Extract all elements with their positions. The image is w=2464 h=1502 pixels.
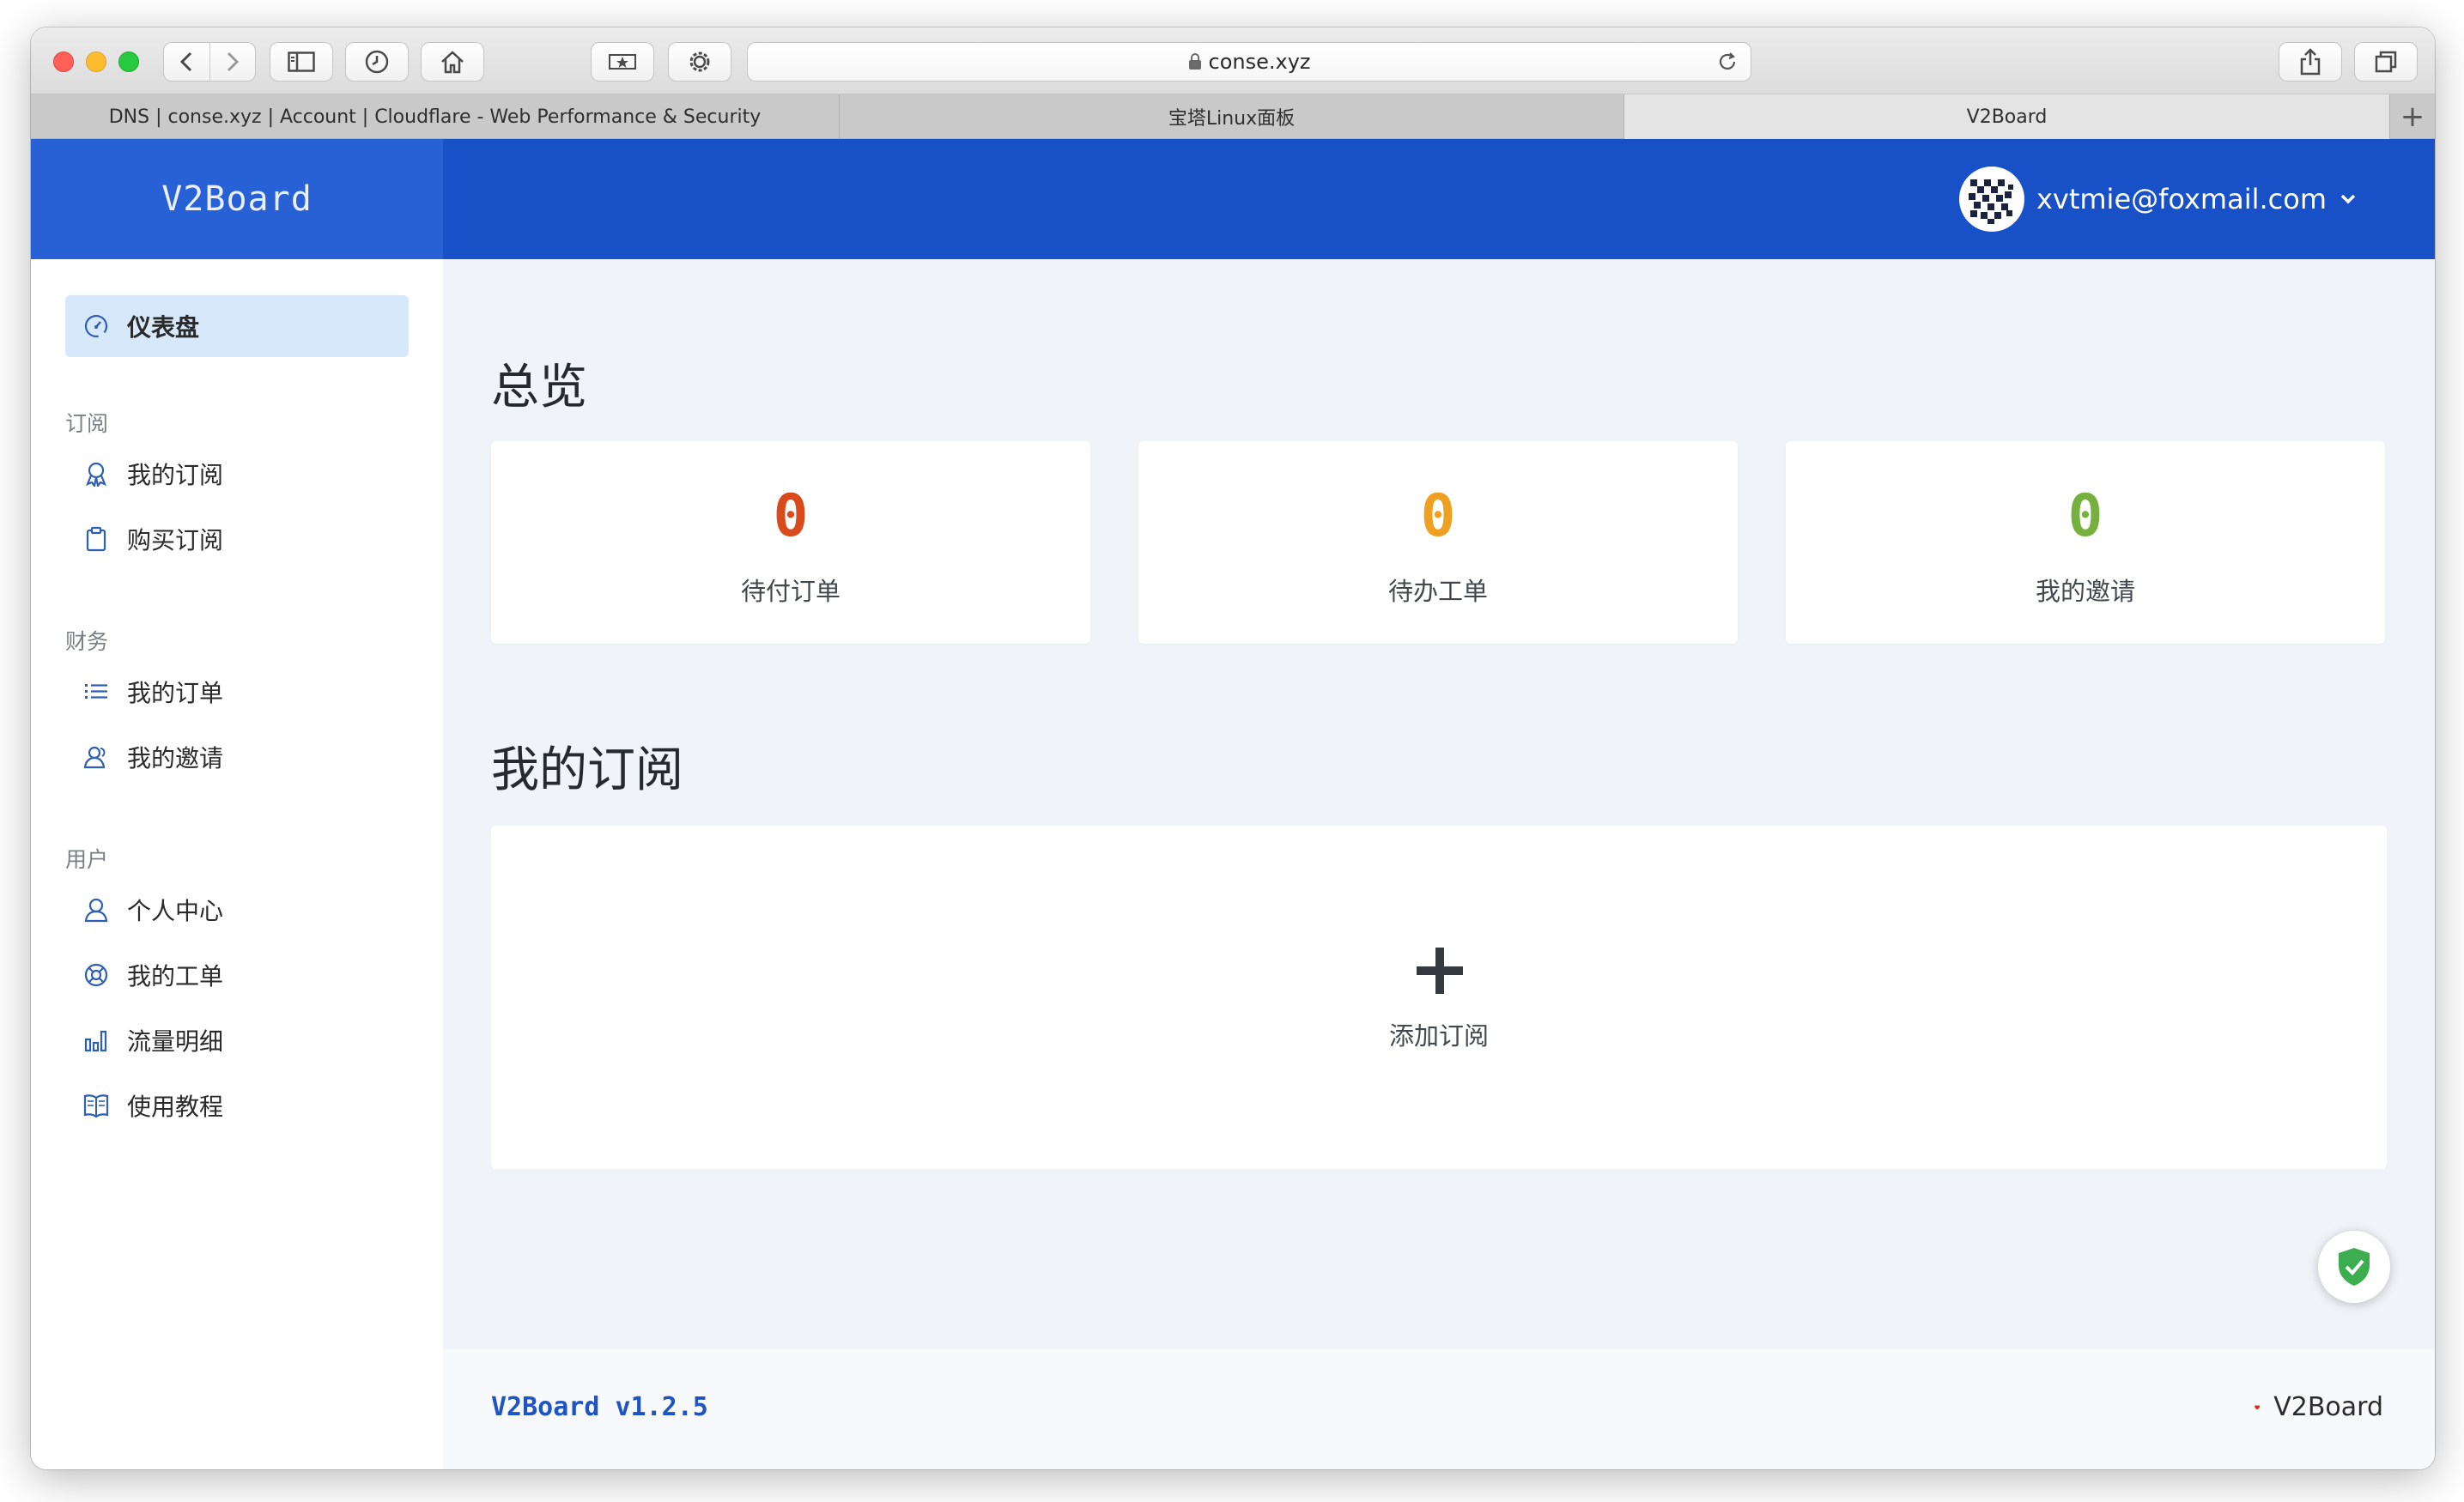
sidebar-toggle-button[interactable] xyxy=(270,42,333,82)
sidebar-item-label: 我的订阅 xyxy=(127,461,224,489)
stat-value: 0 xyxy=(1420,482,1456,550)
bar-chart-icon xyxy=(82,1027,110,1054)
sidebar-item-my-tickets[interactable]: 我的工单 xyxy=(65,944,409,1006)
subscription-title: 我的订阅 xyxy=(491,742,683,798)
tab-cloudflare[interactable]: DNS | conse.xyz | Account | Cloudflare -… xyxy=(31,94,840,139)
list-icon xyxy=(82,678,110,706)
section-heading-subscription: 订阅 xyxy=(65,411,109,436)
home-icon xyxy=(441,51,464,74)
chevron-left-icon xyxy=(180,51,192,72)
stat-card-pending-orders[interactable]: 0 待付订单 xyxy=(491,441,1090,644)
settings-extension-button[interactable] xyxy=(668,42,731,82)
tab-baota[interactable]: 宝塔Linux面板 xyxy=(840,94,1624,139)
sidebar-item-label: 购买订阅 xyxy=(127,526,224,554)
heart-icon xyxy=(2255,1404,2261,1409)
stat-card-pending-tickets[interactable]: 0 待办工单 xyxy=(1138,441,1738,644)
app: V2Board xvtmie@foxmail.com 仪表盘 订阅 我的订阅 购… xyxy=(31,139,2435,1469)
main-content: 总览 0 待付订单 0 待办工单 0 我的邀请 我的订阅 添加订阅 xyxy=(443,259,2435,1349)
footer-credit: V2Board xyxy=(2255,1392,2383,1422)
sidebar-icon xyxy=(288,51,315,72)
sidebar-item-label: 个人中心 xyxy=(127,897,224,925)
users-icon xyxy=(82,743,110,771)
plus-icon: + xyxy=(2400,100,2425,134)
chevron-down-icon xyxy=(2340,194,2356,204)
sidebar-item-my-orders[interactable]: 我的订单 xyxy=(65,661,409,723)
clock-icon xyxy=(365,50,389,74)
clipboard-icon xyxy=(82,525,110,553)
tab-overview-button[interactable] xyxy=(2354,42,2418,82)
avatar xyxy=(1958,167,2024,232)
add-subscription-label: 添加订阅 xyxy=(1388,1021,1489,1051)
zoom-window-button[interactable] xyxy=(118,51,139,72)
app-header: V2Board xvtmie@foxmail.com xyxy=(31,139,2435,259)
browser-window: conse.xyz DNS | conse.xyz | Account | Cl… xyxy=(31,27,2435,1469)
history-nav xyxy=(163,42,256,82)
sidebar-item-tutorial[interactable]: 使用教程 xyxy=(65,1075,409,1136)
add-subscription-card[interactable]: 添加订阅 xyxy=(491,826,2387,1169)
sidebar-item-label: 使用教程 xyxy=(127,1093,224,1121)
chevron-right-icon xyxy=(227,51,239,72)
tab-label: DNS | conse.xyz | Account | Cloudflare -… xyxy=(108,106,762,128)
bookmark-extension-button[interactable] xyxy=(591,42,654,82)
user-email: xvtmie@foxmail.com xyxy=(2036,183,2327,215)
stat-label: 我的邀请 xyxy=(2035,577,2135,606)
footer-brand: V2Board xyxy=(2273,1392,2383,1422)
stat-value: 0 xyxy=(773,482,809,550)
section-heading-finance: 财务 xyxy=(65,629,109,654)
share-icon xyxy=(2300,48,2321,76)
browser-toolbar: conse.xyz xyxy=(31,27,2435,94)
star-box-icon xyxy=(609,54,636,70)
tab-v2board[interactable]: V2Board xyxy=(1624,94,2390,139)
brand-logo[interactable]: V2Board xyxy=(31,139,443,259)
forward-button[interactable] xyxy=(209,43,256,81)
minimize-window-button[interactable] xyxy=(86,51,106,72)
footer-version: V2Board v1.2.5 xyxy=(491,1392,708,1422)
url-text: conse.xyz xyxy=(1208,50,1311,74)
sidebar-item-label: 我的工单 xyxy=(127,962,224,990)
back-button[interactable] xyxy=(164,43,209,81)
sidebar-item-label: 我的订单 xyxy=(127,679,224,707)
shield-check-icon xyxy=(2339,1248,2370,1286)
tab-label: V2Board xyxy=(1966,106,2048,128)
tabs-icon xyxy=(2375,51,2397,73)
user-icon xyxy=(82,896,110,924)
history-button[interactable] xyxy=(345,42,409,82)
user-menu[interactable]: xvtmie@foxmail.com xyxy=(1958,167,2358,232)
new-tab-button[interactable]: + xyxy=(2390,94,2435,139)
sidebar-item-label: 流量明细 xyxy=(127,1027,224,1056)
tab-bar: DNS | conse.xyz | Account | Cloudflare -… xyxy=(31,94,2435,139)
sidebar-item-profile[interactable]: 个人中心 xyxy=(65,879,409,941)
sidebar-item-dashboard[interactable]: 仪表盘 xyxy=(65,295,409,357)
sidebar-item-label: 我的邀请 xyxy=(127,744,224,772)
sidebar: 仪表盘 订阅 我的订阅 购买订阅 财务 我的订单 我的邀请 用户 个人中心 我的… xyxy=(31,259,443,1469)
security-shield-button[interactable] xyxy=(2318,1231,2390,1303)
share-button[interactable] xyxy=(2279,42,2342,82)
gear-icon xyxy=(689,51,710,72)
reload-icon[interactable] xyxy=(1716,51,1739,73)
life-ring-icon xyxy=(82,961,110,989)
footer: V2Board v1.2.5 V2Board xyxy=(443,1349,2435,1469)
stat-label: 待付订单 xyxy=(740,577,841,606)
sidebar-item-traffic-details[interactable]: 流量明细 xyxy=(65,1009,409,1071)
dashboard-gauge-icon xyxy=(82,312,110,340)
address-bar[interactable]: conse.xyz xyxy=(747,42,1751,82)
sidebar-item-label: 仪表盘 xyxy=(127,313,200,342)
stat-card-my-invites[interactable]: 0 我的邀请 xyxy=(1786,441,2385,644)
home-button[interactable] xyxy=(421,42,484,82)
stat-value: 0 xyxy=(2067,482,2103,550)
lock-icon xyxy=(1188,53,1201,70)
plus-icon xyxy=(1417,948,1463,994)
sidebar-item-my-invites[interactable]: 我的邀请 xyxy=(65,726,409,788)
section-heading-user: 用户 xyxy=(65,847,109,872)
brand-name: V2Board xyxy=(161,179,313,219)
sidebar-item-my-subscription[interactable]: 我的订阅 xyxy=(65,443,409,505)
overview-title: 总览 xyxy=(491,360,587,415)
close-window-button[interactable] xyxy=(53,51,74,72)
stat-label: 待办工单 xyxy=(1387,577,1488,606)
award-icon xyxy=(82,460,110,488)
sidebar-item-buy-subscription[interactable]: 购买订阅 xyxy=(65,508,409,570)
book-icon xyxy=(82,1092,110,1119)
tab-label: 宝塔Linux面板 xyxy=(1168,108,1296,130)
